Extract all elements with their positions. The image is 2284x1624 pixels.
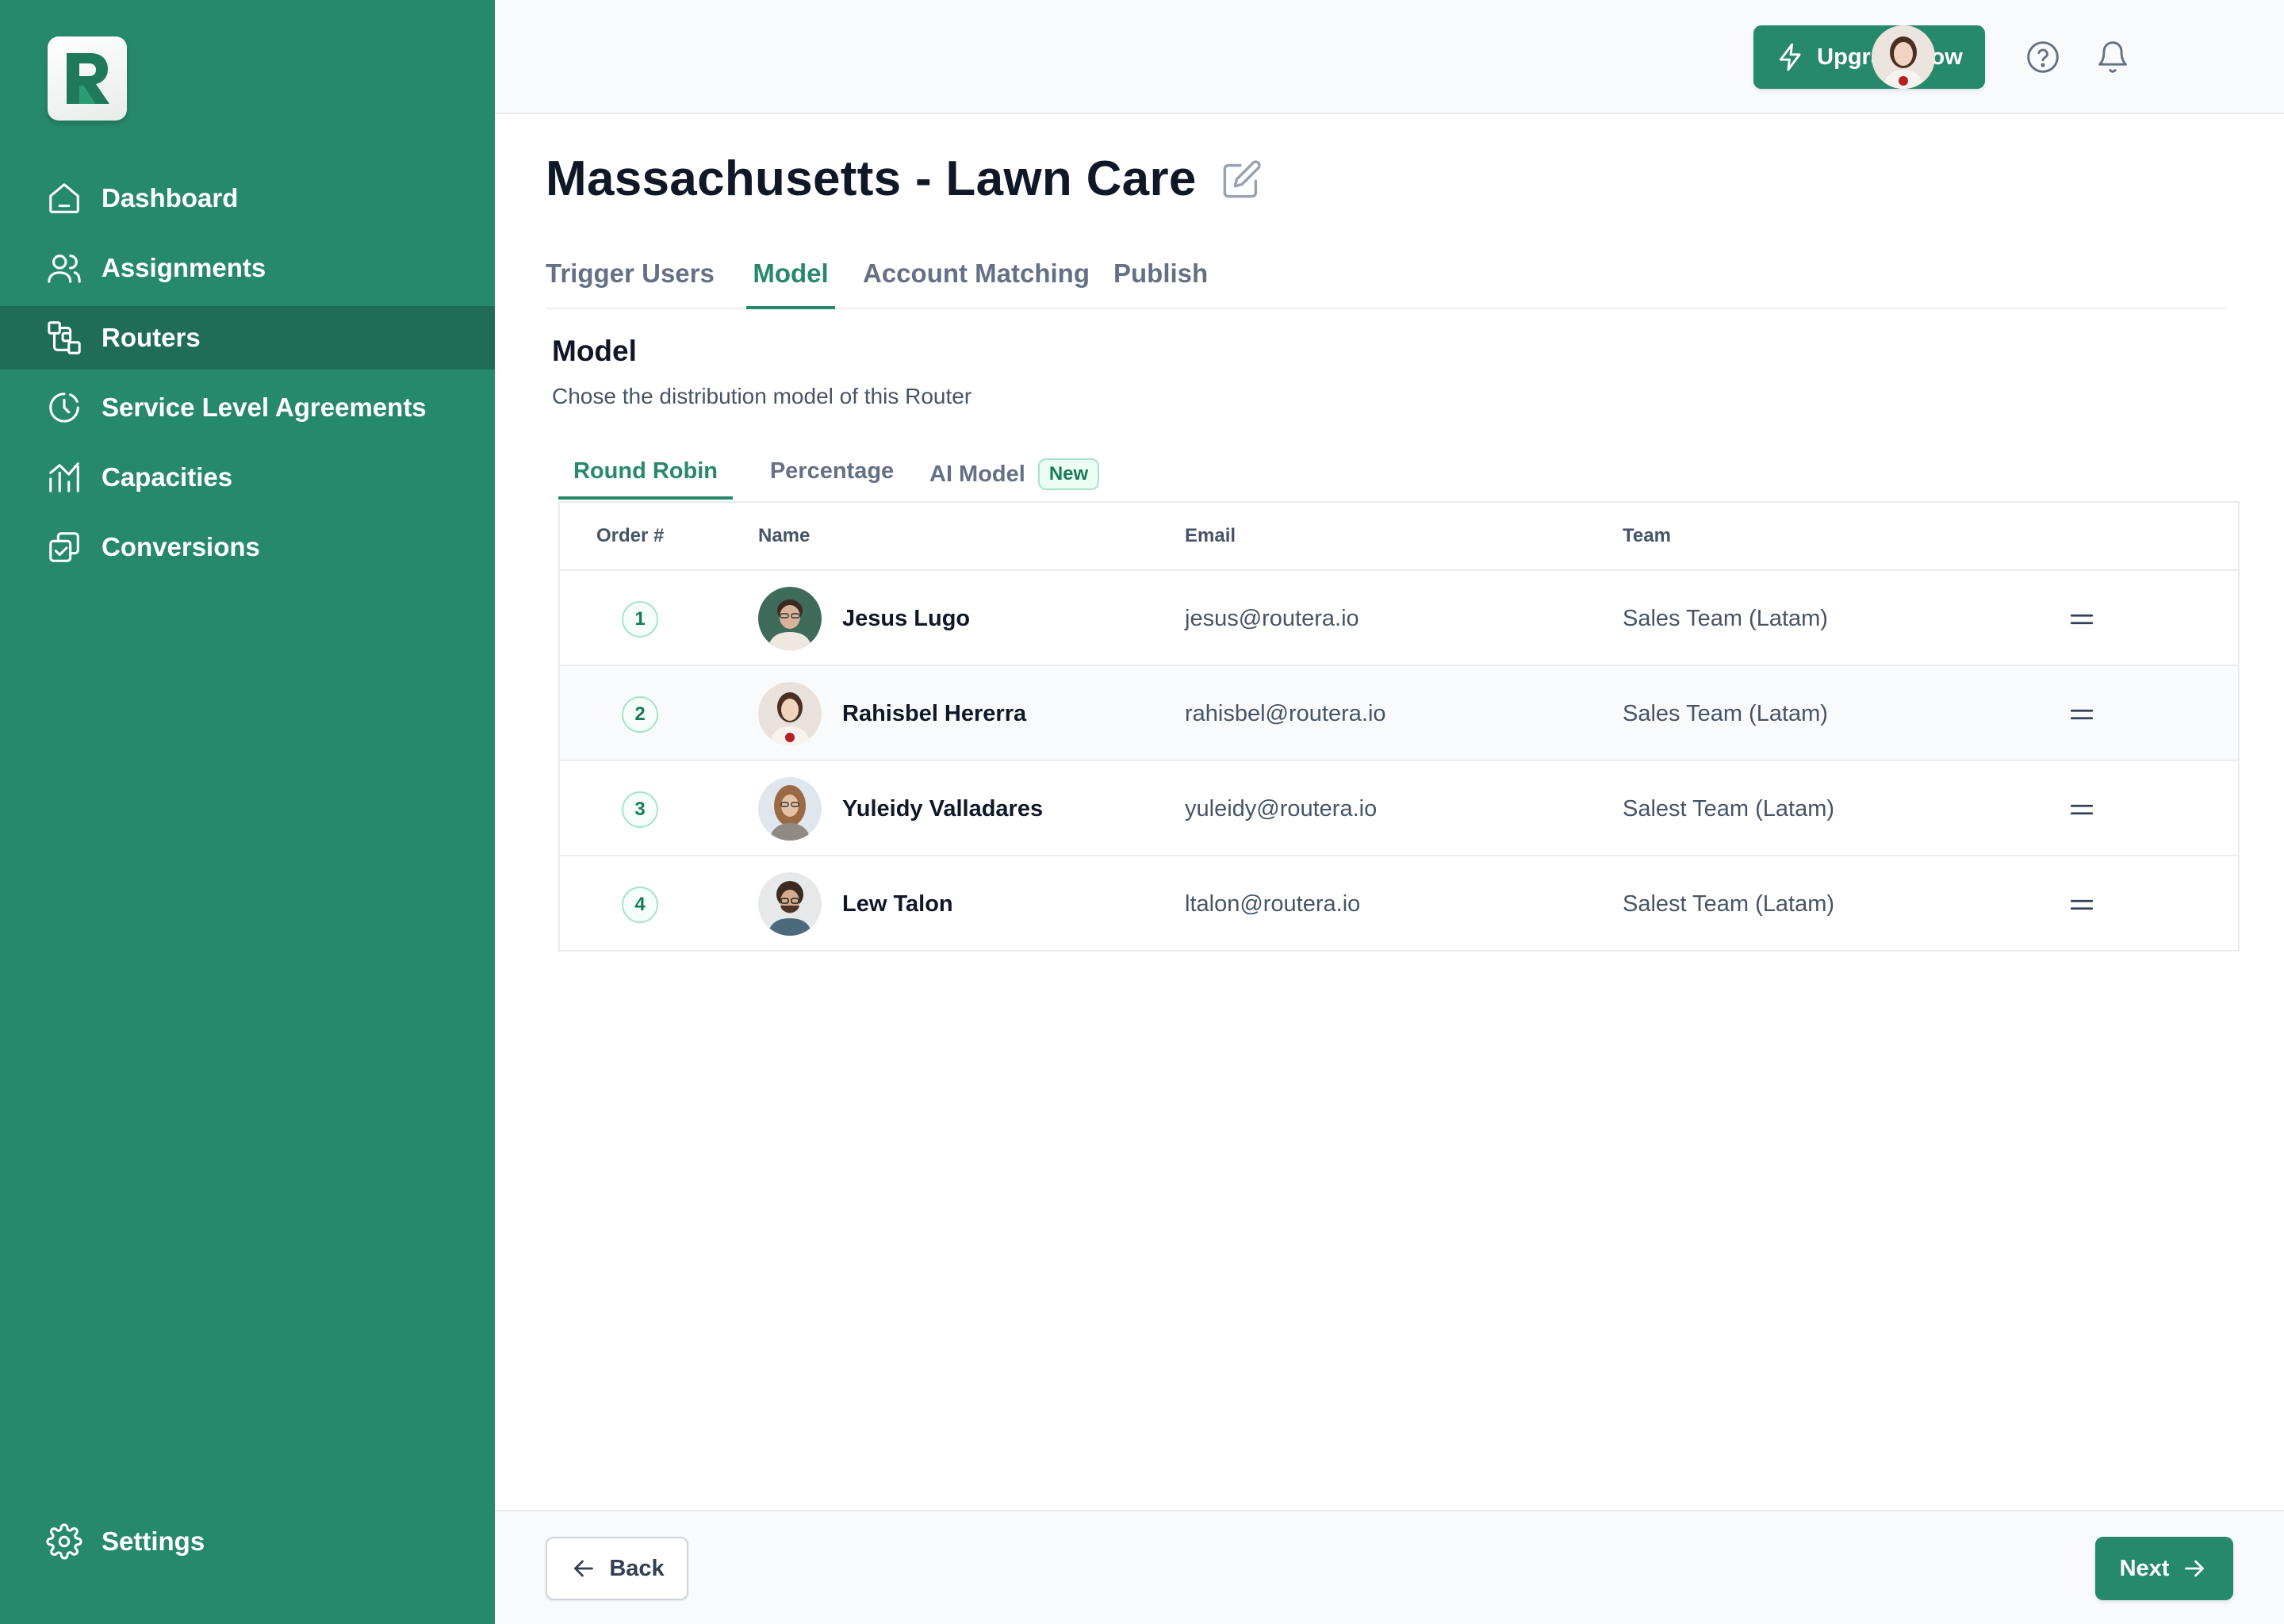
lightning-icon [1780,43,1801,71]
help-circle-icon[interactable] [2025,40,2060,75]
tab-model[interactable]: Model [746,252,835,309]
header-team: Team [1623,525,1671,546]
user-name: Lew Talon [842,891,953,917]
tab-account-matching[interactable]: Account Matching [860,252,1092,309]
avatar [758,872,822,936]
user-email: jesus@routera.io [1185,606,1359,631]
sidebar: Dashboard Assignments Routers Service Le… [0,0,495,1624]
tab-publish[interactable]: Publish [1113,252,1208,309]
next-label: Next [2119,1555,2170,1581]
user-name: Rahisbel Hererra [842,701,1027,726]
order-badge: 2 [622,696,658,733]
capacity-icon [46,459,82,496]
router-tabs: Trigger Users Model Account Matching Pub… [546,252,2225,309]
user-email: yuleidy@routera.io [1185,796,1378,822]
logo-r-icon [67,53,109,104]
sidebar-item-conversions[interactable]: Conversions [0,515,495,579]
user-team: Sales Team (Latam) [1623,701,1828,726]
order-badge: 3 [622,791,658,828]
arrow-right-icon [2185,1560,2205,1577]
sidebar-nav: Dashboard Assignments Routers Service Le… [0,167,495,585]
user-email: rahisbel@routera.io [1185,701,1386,726]
footer-bar: Back Next [495,1510,2284,1624]
drag-handle-icon[interactable] [2067,795,2097,825]
subtab-ai-model[interactable]: AI Model New [929,449,1136,500]
edit-icon[interactable] [1221,159,1263,200]
back-button[interactable]: Back [546,1537,688,1600]
sidebar-item-settings[interactable]: Settings [0,1510,495,1573]
new-badge: New [1037,458,1100,490]
conversion-icon [46,529,82,565]
next-button[interactable]: Next [2095,1537,2233,1600]
router-icon [46,320,82,356]
header-name: Name [758,525,811,546]
drag-handle-icon[interactable] [2067,699,2097,730]
top-bar: Upgrade now [495,0,2284,114]
sidebar-item-label: Service Level Agreements [102,393,427,422]
user-name: Jesus Lugo [842,606,971,631]
drag-handle-icon[interactable] [2067,604,2097,634]
bell-icon[interactable] [2095,40,2130,75]
order-badge: 1 [622,601,658,638]
users-order-table: Order # Name Email Team 1 Jesus Lugo jes… [558,501,2240,952]
header-email: Email [1185,525,1236,546]
sidebar-item-label: Conversions [102,532,260,561]
drag-handle-icon[interactable] [2067,890,2097,920]
sidebar-item-label: Capacities [102,462,233,492]
page-title: Massachusetts - Lawn Care [546,151,1197,206]
model-subtabs: Round Robin Percentage AI Model New [558,449,2144,500]
avatar [758,682,822,745]
section-title: Model [552,335,637,367]
user-team: Salest Team (Latam) [1623,891,1835,917]
user-avatar[interactable] [1872,25,1935,89]
subtab-round-robin[interactable]: Round Robin [558,449,733,500]
gear-icon [46,1523,82,1560]
sidebar-item-sla[interactable]: Service Level Agreements [0,376,495,439]
clock-icon [46,389,82,426]
order-badge: 4 [622,887,658,923]
sidebar-item-label: Assignments [102,253,266,282]
sidebar-item-capacities[interactable]: Capacities [0,446,495,509]
subtab-percentage[interactable]: Percentage [765,449,899,500]
header-order: Order # [596,525,665,546]
user-team: Salest Team (Latam) [1623,796,1835,822]
tab-trigger[interactable]: Trigger [546,252,634,309]
avatar [758,777,822,841]
user-team: Sales Team (Latam) [1623,606,1828,631]
arrow-left-icon [574,1560,594,1577]
table-row[interactable]: 2 Rahisbel Hererra rahisbel@routera.io S… [560,666,2238,761]
app-logo[interactable] [48,36,127,121]
sidebar-item-routers[interactable]: Routers [0,306,495,370]
table-header: Order # Name Email Team [560,503,2238,571]
back-label: Back [609,1555,665,1581]
table-row[interactable]: 4 Lew Talon ltalon@routera.io Salest Tea… [560,856,2238,952]
table-row[interactable]: 3 Yuleidy Valladares yuleidy@routera.io … [560,761,2238,856]
section-description: Chose the distribution model of this Rou… [552,384,972,408]
users-icon [46,250,82,286]
user-email: ltalon@routera.io [1185,891,1361,917]
tab-users[interactable]: Users [641,252,715,309]
avatar [758,587,822,650]
home-icon [46,180,82,216]
sidebar-item-assignments[interactable]: Assignments [0,236,495,300]
table-row[interactable]: 1 Jesus Lugo jesus@routera.io Sales Team… [560,571,2238,666]
sidebar-item-dashboard[interactable]: Dashboard [0,167,495,230]
sidebar-item-label: Settings [102,1526,205,1556]
upgrade-button[interactable]: Upgrade now [1753,25,1985,89]
sidebar-item-label: Dashboard [102,183,239,213]
sidebar-item-label: Routers [102,323,201,352]
user-name: Yuleidy Valladares [842,796,1044,822]
subtab-ai-model-label: AI Model [929,462,1025,487]
